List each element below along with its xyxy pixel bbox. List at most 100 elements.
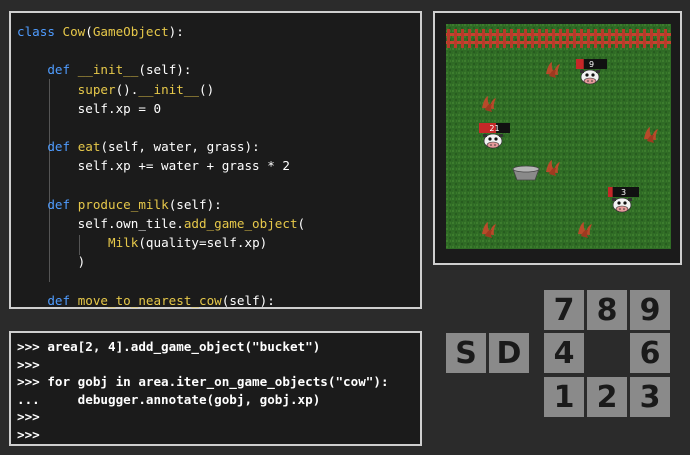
fence-post [580,29,583,48]
fence-post [629,29,632,48]
code-token: def [47,62,78,78]
fence-post [608,29,611,48]
code-line: self.xp = 0 [17,99,420,118]
code-token: self.own_tile. [17,215,184,231]
code-token: class [17,24,63,39]
code-token: (self): [138,62,192,78]
code-token: ( [297,215,306,231]
numpad-key-6[interactable]: 6 [630,333,670,373]
numpad-key-4[interactable]: 4 [544,333,584,373]
numpad-key-2[interactable]: 2 [587,377,627,417]
code-lines: class Cow(GameObject): def __init__(self… [17,22,420,310]
fence-post [601,29,604,48]
fence-post [650,29,653,48]
fence-post [657,29,660,48]
fence-post [559,29,562,48]
code-line: self.own_tile.add_game_object( [17,214,420,233]
fence-post [622,29,625,48]
fence-post [573,29,576,48]
repl-line: >>> [17,409,40,425]
mode-key-d[interactable]: D [489,333,529,373]
game-area[interactable]: 9 21 3 [446,24,671,249]
code-token: super [77,81,116,97]
cow-xp-label: 21 [489,124,499,133]
code-token: move_to_nearest_cow [77,292,222,308]
fence-post [538,29,541,48]
code-token: (self, water, grass): [100,139,260,155]
fence-post [594,29,597,48]
cow-xp-bar [608,187,613,197]
cow-xp-bar [576,59,584,69]
code-token: add_game_object [183,215,298,231]
code-token: (self): [168,196,222,212]
fence-post [552,29,555,48]
bucket-icon[interactable] [512,165,540,181]
repl-console[interactable]: >>> area[2, 4].add_game_object("bucket")… [9,331,422,446]
fence-post [587,29,590,48]
fence-post [643,29,646,48]
fence-post [524,29,527,48]
code-line: self.xp += water + grass * 2 [17,156,420,175]
numpad-key-3[interactable]: 3 [630,377,670,417]
code-token: def [47,139,78,155]
fence-post [503,29,506,48]
repl-line: >>> for gobj in area.iter_on_game_object… [17,374,389,390]
cow-xp-label: 9 [589,60,594,69]
fence-post [468,29,471,48]
code-token: __init__ [138,81,200,97]
fence-post [454,29,457,48]
code-token: () [199,81,215,97]
numpad-key-9[interactable]: 9 [630,290,670,330]
game-view[interactable]: 9 21 3 [433,11,682,265]
code-token: ) [17,254,86,270]
code-token: (quality=self.xp) [138,235,268,251]
code-token: (). [115,81,139,97]
numpad-key-7[interactable]: 7 [544,290,584,330]
code-token: self.xp = 0 [17,100,162,116]
grass-field [446,24,671,249]
fence-post [615,29,618,48]
fence-post [664,29,667,48]
code-token: produce_milk [77,196,169,212]
code-token: ): [168,24,184,39]
repl-line: ... debugger.annotate(gobj, gobj.xp) [17,391,321,407]
mode-key-s[interactable]: S [446,333,486,373]
numpad-key-8[interactable]: 8 [587,290,627,330]
code-token: def [47,196,78,212]
code-token: Milk [108,235,139,251]
repl-line: >>> area[2, 4].add_game_object("bucket") [17,339,321,354]
fence-post [475,29,478,48]
code-token: Cow [62,24,86,39]
code-line: Milk(quality=self.xp) [17,233,420,252]
code-line: super().__init__() [17,80,420,99]
code-line: def __init__(self): [17,60,420,79]
repl-line: >>> [17,356,40,372]
code-token: ( [85,24,93,39]
fence-post [566,29,569,48]
code-token: eat [77,139,101,155]
repl-line: >>> [17,426,40,442]
code-token: __init__ [77,62,139,78]
cow-xp-label: 3 [621,188,626,197]
code-line: ) [17,252,420,271]
fence-post [461,29,464,48]
code-line: def eat(self, water, grass): [17,137,420,156]
fence-post [510,29,513,48]
fence-post [531,29,534,48]
code-token: self.xp += water + grass * 2 [17,158,290,174]
fence-post [636,29,639,48]
fence-post [482,29,485,48]
numpad-key-1[interactable]: 1 [544,377,584,417]
code-editor[interactable]: class Cow(GameObject): def __init__(self… [9,11,422,309]
fence-post [489,29,492,48]
